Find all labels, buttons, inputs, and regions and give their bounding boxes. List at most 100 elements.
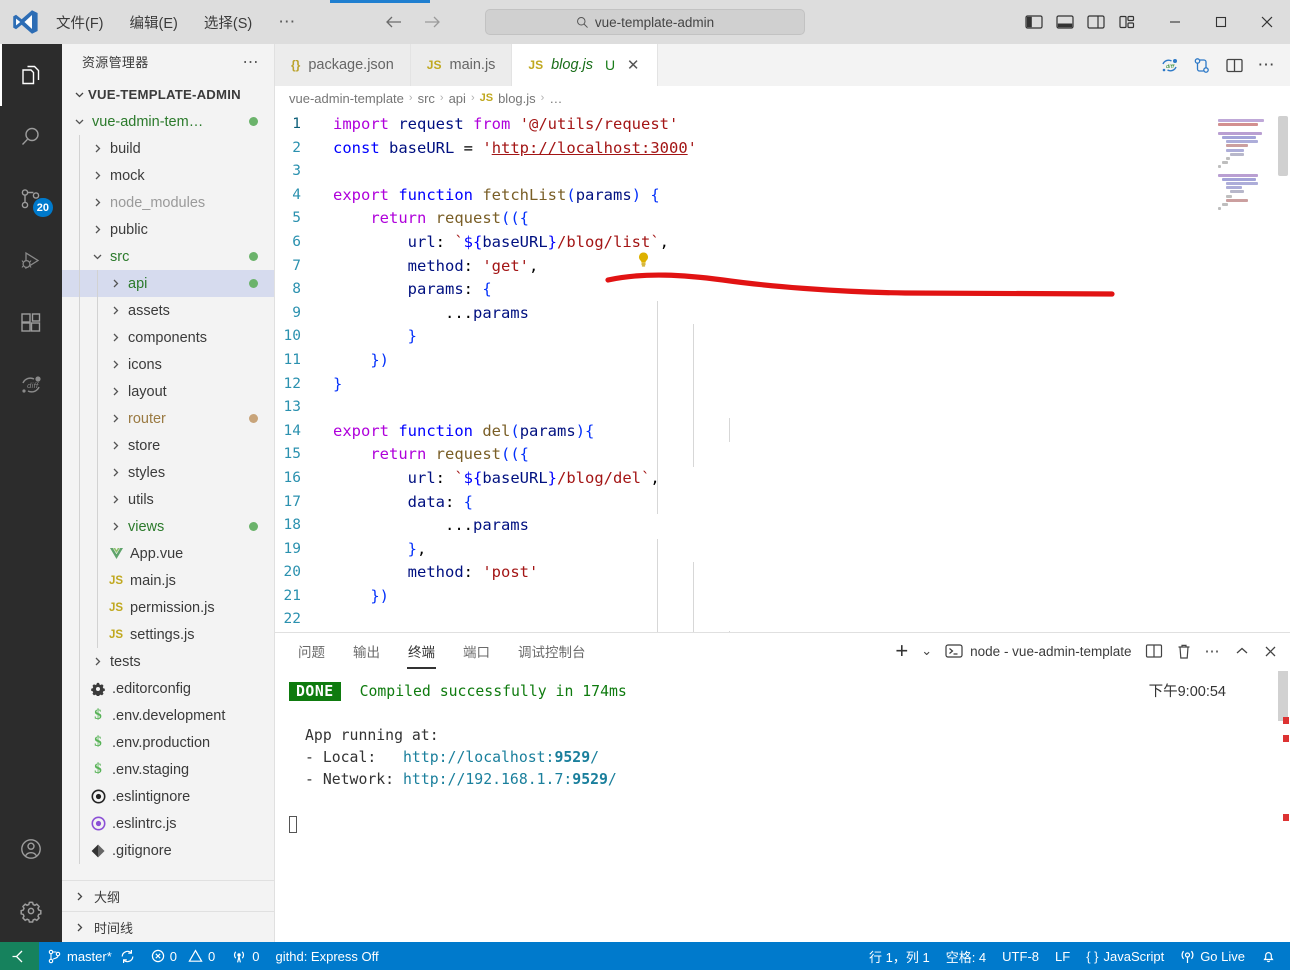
terminal-network-url-suffix[interactable]: / — [608, 771, 617, 788]
activity-diff-sync-icon[interactable]: diff — [0, 354, 62, 416]
new-terminal-dropdown-icon[interactable]: ⌄ — [921, 643, 932, 659]
activity-explorer-icon[interactable] — [0, 44, 62, 106]
terminal-local-url-prefix[interactable]: http://localhost: — [403, 749, 554, 766]
window-close-button[interactable] — [1244, 0, 1290, 44]
terminal-output[interactable]: DONE Compiled successfully in 174ms 下午9:… — [275, 669, 1290, 942]
tree-item-utils[interactable]: utils — [62, 486, 274, 513]
go-forward-icon[interactable] — [415, 9, 449, 35]
terminal-network-port[interactable]: 9529 — [572, 771, 608, 788]
run-diff-icon[interactable]: diff — [1160, 57, 1179, 74]
tree-item-editorconfig[interactable]: .editorconfig — [62, 675, 274, 702]
terminal-local-url-suffix[interactable]: / — [590, 749, 599, 766]
tree-item-public[interactable]: public — [62, 216, 274, 243]
editor-more-actions-icon[interactable]: ⋯ — [1258, 55, 1277, 75]
toggle-secondary-sidebar-icon[interactable] — [1087, 14, 1105, 30]
tree-item-eslintrc-js[interactable]: .eslintrc.js — [62, 810, 274, 837]
menu-selection[interactable]: 选择(S) — [202, 9, 254, 36]
tree-item-tests[interactable]: tests — [62, 648, 274, 675]
tree-item-mock[interactable]: mock — [62, 162, 274, 189]
window-minimize-button[interactable] — [1152, 0, 1198, 44]
menu-edit[interactable]: 编辑(E) — [128, 9, 180, 36]
panel-tab-4[interactable]: 调试控制台 — [517, 634, 587, 669]
terminal-scrollbar[interactable] — [1276, 669, 1290, 942]
toggle-primary-sidebar-icon[interactable] — [1025, 14, 1043, 30]
tree-item-components[interactable]: components — [62, 324, 274, 351]
toggle-panel-icon[interactable] — [1056, 14, 1074, 30]
code-editor[interactable]: 1 import request from '@/utils/request' 2 c… — [275, 110, 1290, 632]
status-indentation[interactable]: 空格: 4 — [938, 942, 994, 970]
command-center-search[interactable]: vue-template-admin — [485, 9, 805, 35]
status-notifications-bell-icon[interactable] — [1253, 942, 1284, 970]
editor-minimap[interactable] — [1214, 110, 1276, 632]
activity-extensions-icon[interactable] — [0, 292, 62, 354]
status-githd[interactable]: githd: Express Off — [268, 942, 387, 970]
breadcrumb-item-file[interactable]: blog.js — [498, 91, 536, 106]
status-language-mode[interactable]: { } JavaScript — [1078, 942, 1172, 970]
split-terminal-icon[interactable] — [1145, 643, 1163, 659]
activity-run-and-debug-icon[interactable] — [0, 230, 62, 292]
activity-accounts-icon[interactable] — [0, 818, 62, 880]
window-maximize-button[interactable] — [1198, 0, 1244, 44]
terminal-tab-entry[interactable]: node - vue-admin-template — [945, 643, 1132, 659]
tree-item-gitignore[interactable]: .gitignore — [62, 837, 274, 864]
terminal-network-url-prefix[interactable]: http://192.168.1.7: — [403, 771, 572, 788]
panel-tab-2[interactable]: 终端 — [407, 634, 436, 669]
breadcrumb-item-api[interactable]: api — [449, 91, 466, 106]
quick-fix-lightbulb-icon[interactable] — [635, 251, 652, 268]
menu-file[interactable]: 文件(F) — [54, 9, 106, 36]
status-cursor-position[interactable]: 行 1，列 1 — [861, 942, 938, 970]
split-editor-icon[interactable] — [1225, 57, 1244, 74]
status-encoding[interactable]: UTF-8 — [994, 942, 1047, 970]
tree-item-main-js[interactable]: JS main.js — [62, 567, 274, 594]
tree-item-vue-admin-tem[interactable]: vue-admin-tem… — [62, 108, 274, 135]
tree-item-router[interactable]: router — [62, 405, 274, 432]
breadcrumb-item-src[interactable]: src — [418, 91, 435, 106]
status-go-live[interactable]: Go Live — [1172, 942, 1253, 970]
kill-terminal-icon[interactable] — [1176, 643, 1192, 660]
tree-item-env-production[interactable]: $ .env.production — [62, 729, 274, 756]
editor-vertical-scrollbar[interactable] — [1276, 110, 1290, 632]
tree-item-views[interactable]: views — [62, 513, 274, 540]
menu-more[interactable]: ⋯ — [276, 9, 299, 35]
status-problems[interactable]: 0 0 — [143, 942, 223, 970]
go-back-icon[interactable] — [377, 9, 411, 35]
customize-layout-icon[interactable] — [1118, 14, 1136, 30]
maximize-panel-icon[interactable] — [1234, 644, 1250, 658]
panel-more-actions-icon[interactable]: ⋯ — [1205, 642, 1222, 660]
status-branch[interactable]: master* — [39, 942, 143, 970]
tree-item-node-modules[interactable]: node_modules — [62, 189, 274, 216]
panel-tab-1[interactable]: 输出 — [352, 634, 381, 669]
tree-item-api[interactable]: api — [62, 270, 274, 297]
terminal-local-port[interactable]: 9529 — [554, 749, 590, 766]
status-remote-window-button[interactable] — [0, 942, 39, 970]
new-terminal-button[interactable]: + — [895, 640, 908, 662]
terminal-scrollbar-thumb[interactable] — [1278, 671, 1288, 721]
tree-item-app-vue[interactable]: App.vue — [62, 540, 274, 567]
close-panel-icon[interactable] — [1263, 644, 1278, 659]
sync-icon[interactable] — [120, 949, 135, 964]
source-control-graph-icon[interactable] — [1193, 57, 1211, 74]
breadcrumb-item-symbols[interactable]: … — [549, 91, 562, 106]
tree-item-build[interactable]: build — [62, 135, 274, 162]
editor-tab-close-icon[interactable]: ✕ — [625, 56, 641, 74]
tree-item-layout[interactable]: layout — [62, 378, 274, 405]
activity-source-control-icon[interactable]: 20 — [0, 168, 62, 230]
tree-item-store[interactable]: store — [62, 432, 274, 459]
editor-tab-blog-js[interactable]: JS blog.js U ✕ — [512, 44, 659, 86]
tree-item-env-development[interactable]: $ .env.development — [62, 702, 274, 729]
sidebar-section-timeline[interactable]: 时间线 — [62, 911, 274, 942]
activity-search-icon[interactable] — [0, 106, 62, 168]
status-ports[interactable]: 0 — [223, 942, 267, 970]
sidebar-section-outline[interactable]: 大纲 — [62, 880, 274, 911]
sidebar-more-actions-icon[interactable]: ⋯ — [243, 52, 261, 72]
tree-item-assets[interactable]: assets — [62, 297, 274, 324]
status-eol[interactable]: LF — [1047, 942, 1078, 970]
tree-item-permission-js[interactable]: JS permission.js — [62, 594, 274, 621]
activity-settings-gear-icon[interactable] — [0, 880, 62, 942]
tree-item-icons[interactable]: icons — [62, 351, 274, 378]
editor-tab-package-json[interactable]: {} package.json — [275, 44, 411, 86]
editor-tab-main-js[interactable]: JS main.js — [410, 44, 513, 86]
tree-item-env-staging[interactable]: $ .env.staging — [62, 756, 274, 783]
panel-tab-0[interactable]: 问题 — [297, 634, 326, 669]
tree-item-settings-js[interactable]: JS settings.js — [62, 621, 274, 648]
